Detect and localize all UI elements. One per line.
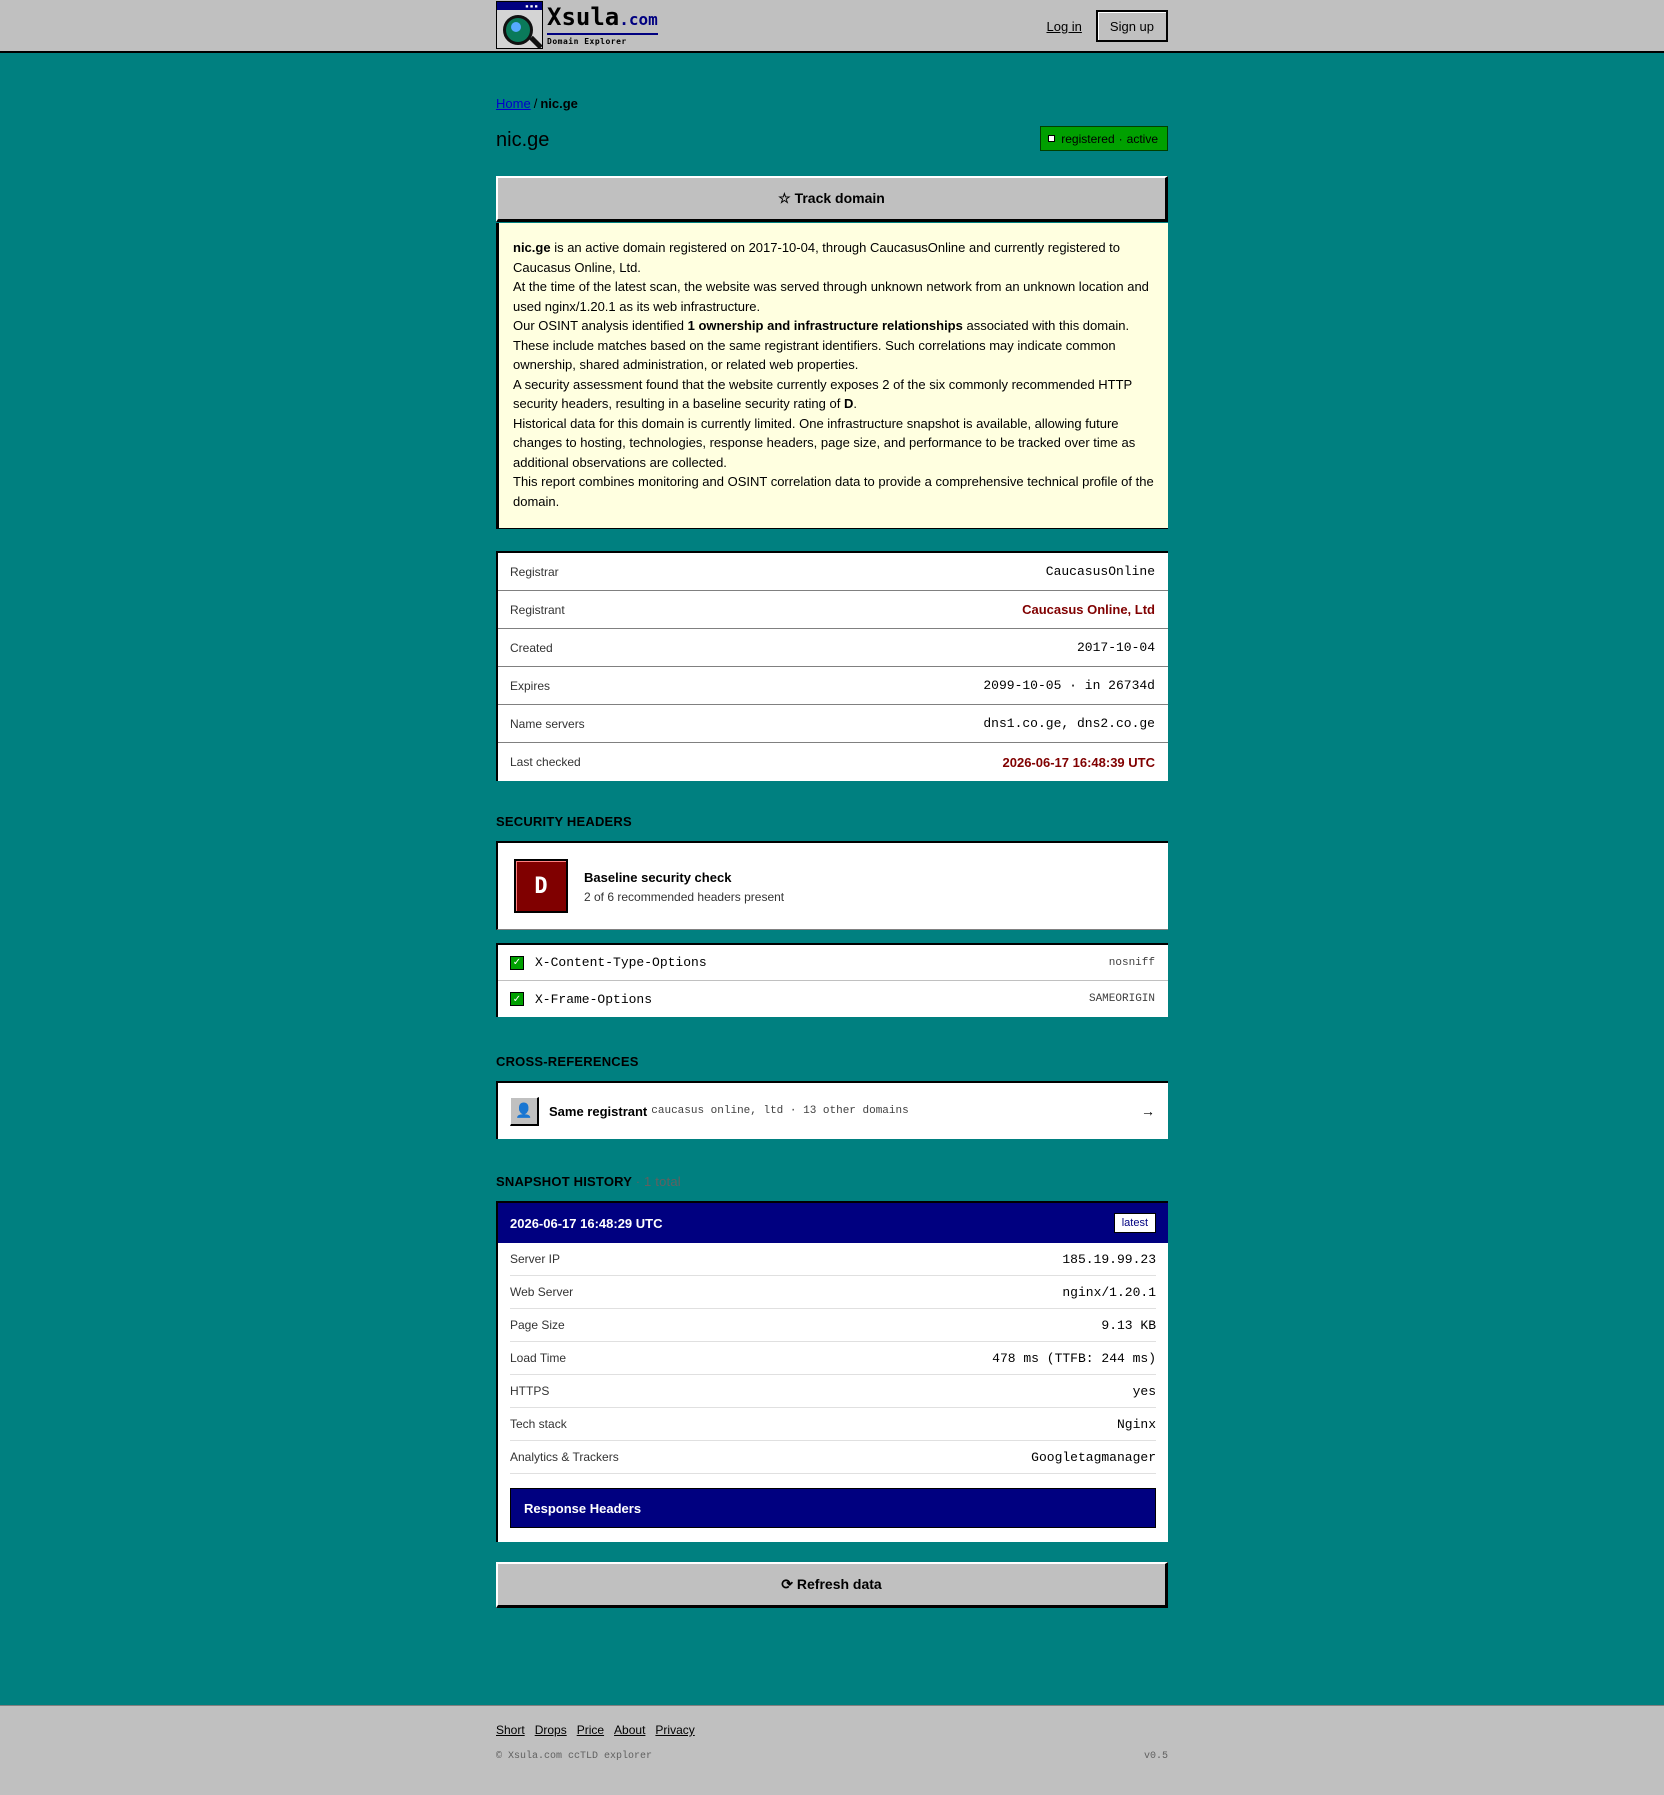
arrow-right-icon: → [1141,1103,1155,1119]
version: v0.5 [1143,1751,1168,1762]
cross-references-title: CROSS-REFERENCES [496,1054,639,1069]
check-icon: ✓ [510,955,524,970]
logo-name: Xsula.com [547,3,658,31]
info-row-expires: Expires 2099-10-05 · in 26734d [498,667,1168,705]
page-title: nic.ge [496,129,550,151]
footer-link-short[interactable]: Short [496,1723,525,1737]
breadcrumb-current: nic.ge [540,96,578,111]
login-link[interactable]: Log in [1046,19,1081,34]
response-headers-toggle[interactable]: Response Headers [510,1488,1156,1528]
grade-title: Baseline security check [584,870,732,885]
snapshot-row-server-ip: Server IP 185.19.99.23 [510,1243,1156,1276]
footer-link-price[interactable]: Price [577,1723,604,1737]
logo-subtitle: Domain Explorer [547,33,658,46]
grade-subtitle: 2 of 6 recommended headers present [584,890,785,904]
copyright: © Xsula.com ccTLD explorer [496,1751,653,1762]
snapshot-header: 2026-06-17 16:48:29 UTC latest [498,1203,1168,1243]
xref-meta: caucasus online, ltd · 13 other domains [651,1105,909,1117]
footer-link-drops[interactable]: Drops [535,1723,567,1737]
user-icon: 👤 [510,1096,539,1126]
info-row-registrar: Registrar CaucasusOnline [498,553,1168,591]
snapshot-row-load-time: Load Time 478 ms (TTFB: 244 ms) [510,1342,1156,1375]
snapshot-date: 2026-06-17 16:48:29 UTC [510,1215,663,1231]
latest-badge: latest [1113,1213,1156,1233]
header-row: ✓ X-Content-Type-Options nosniff [498,945,1168,981]
snapshot-row-tech-stack: Tech stack Nginx [510,1408,1156,1441]
header-row: ✓ X-Frame-Options SAMEORIGIN [498,981,1168,1017]
track-domain-button[interactable]: ☆ Track domain [496,176,1168,222]
info-row-last-checked: Last checked 2026-06-17 16:48:39 UTC [510,754,1155,770]
security-grade-card: D Baseline security check 2 of 6 recomme… [496,841,1168,930]
same-registrant-link[interactable]: 👤 Same registrant caucasus online, ltd ·… [496,1081,1168,1139]
snapshot-row-page-size: Page Size 9.13 KB [510,1309,1156,1342]
footer: Short Drops Price About Privacy © Xsula.… [0,1705,1664,1795]
logo[interactable]: ▪▪▪ Xsula.com Domain Explorer [496,1,658,49]
breadcrumb-home[interactable]: Home [496,96,531,111]
security-grade: D [514,859,568,913]
magnifier-globe-icon: ▪▪▪ [496,1,543,49]
footer-link-privacy[interactable]: Privacy [655,1723,694,1737]
info-row-registrant: Registrant Caucasus Online, Ltd [498,591,1168,629]
top-bar: ▪▪▪ Xsula.com Domain Explorer Log in Sig… [0,0,1664,53]
status-badge: registered · active [1040,126,1168,151]
footer-link-about[interactable]: About [614,1723,645,1737]
snapshot-row-web-server: Web Server nginx/1.20.1 [510,1276,1156,1309]
domain-summary: nic.ge is an active domain registered on… [496,223,1168,529]
check-icon: ✓ [510,992,524,1006]
snapshot-card: 2026-06-17 16:48:29 UTC latest Server IP… [496,1201,1168,1542]
snapshot-count: · 1 total [635,1174,681,1189]
security-headers-title: SECURITY HEADERS [496,814,632,829]
security-headers-list: ✓ X-Content-Type-Options nosniff ✓ X-Fra… [496,943,1168,1017]
signup-button[interactable]: Sign up [1095,10,1168,42]
info-row-created: Created 2017-10-04 [498,629,1168,667]
snapshot-row-analytics: Analytics & Trackers Googletagmanager [510,1441,1156,1474]
footer-links: Short Drops Price About Privacy [496,1723,705,1737]
breadcrumb: Home / nic.ge [496,96,578,111]
domain-info-table: Registrar CaucasusOnline Registrant Caucas… [496,551,1168,781]
xref-label: Same registrant [549,1103,648,1119]
snapshot-row-https: HTTPS yes [510,1375,1156,1408]
breadcrumb-separator: / [533,96,538,111]
status-square-icon [1048,135,1056,142]
refresh-data-button[interactable]: ⟳ Refresh data [496,1562,1168,1608]
registrant-link[interactable]: Caucasus Online, Ltd [1022,602,1155,617]
snapshot-history-title: SNAPSHOT HISTORY · 1 total [496,1174,681,1189]
info-row-nameservers: Name servers dns1.co.ge, dns2.co.ge [498,705,1168,743]
